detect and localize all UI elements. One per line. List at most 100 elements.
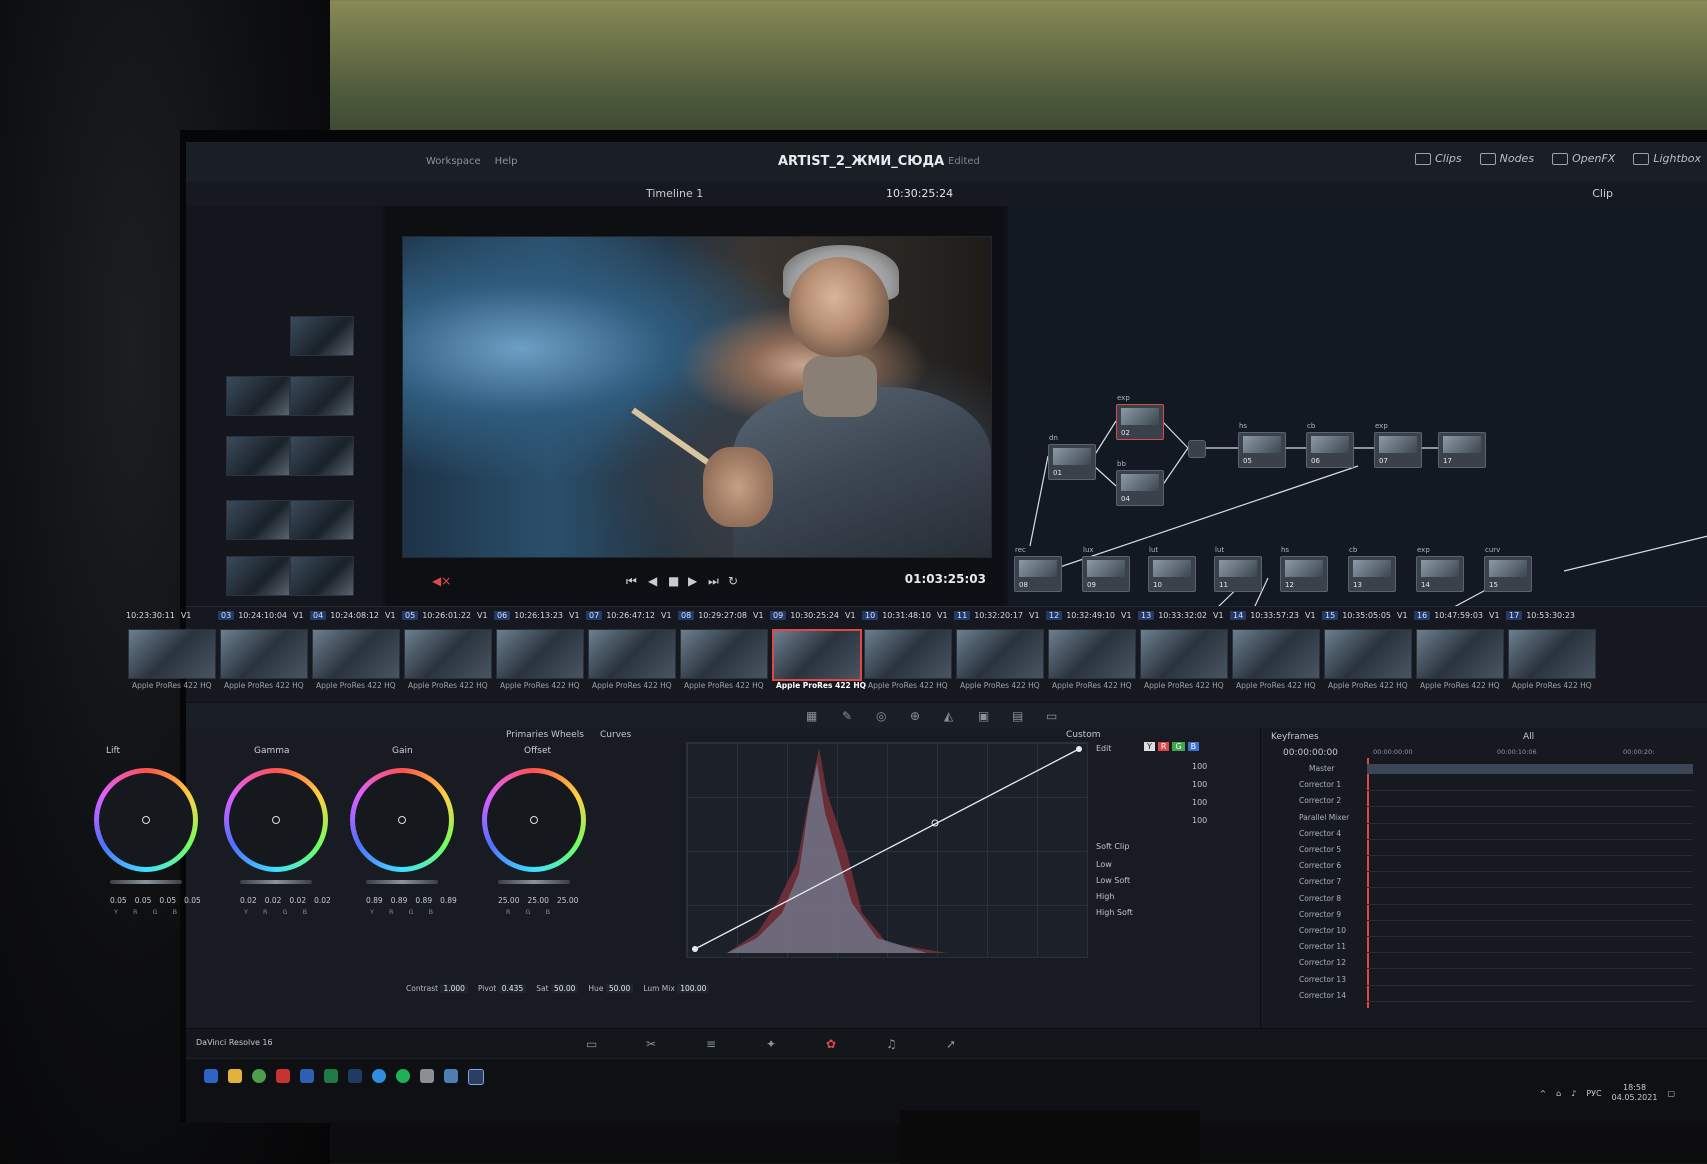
- keyframe-track[interactable]: [1367, 764, 1693, 774]
- node-13[interactable]: cb 13: [1348, 546, 1396, 592]
- cut-page-icon[interactable]: ✂: [646, 1037, 656, 1051]
- clip-thumbnail[interactable]: [588, 629, 676, 679]
- channel-b-button[interactable]: B: [1187, 742, 1200, 751]
- go-to-end-icon[interactable]: ⏭: [708, 574, 719, 589]
- keyframe-track[interactable]: [1367, 806, 1693, 808]
- go-to-start-icon[interactable]: ⏮: [626, 574, 637, 589]
- clip-thumbnail[interactable]: [956, 629, 1044, 679]
- play-icon[interactable]: ▶: [688, 574, 697, 588]
- keyframe-track[interactable]: [1367, 968, 1693, 970]
- keyframe-corrector-row[interactable]: Corrector 1: [1299, 780, 1341, 789]
- offset-master-slider[interactable]: [498, 880, 570, 884]
- excel-icon[interactable]: [324, 1069, 338, 1083]
- window-tool-icon[interactable]: ◎: [876, 709, 886, 723]
- stop-icon[interactable]: ■: [668, 574, 679, 588]
- keyframe-corrector-row[interactable]: Corrector 14: [1299, 991, 1346, 1000]
- channel-r-button[interactable]: R: [1157, 742, 1170, 751]
- wheels-mode-selector[interactable]: Primaries Wheels: [506, 730, 584, 740]
- node-02[interactable]: exp 02: [1116, 394, 1164, 440]
- node-15[interactable]: curv 15: [1484, 546, 1532, 592]
- network-icon[interactable]: ⌂: [1556, 1089, 1561, 1098]
- node-09[interactable]: lux 09: [1082, 546, 1130, 592]
- edit-g-value[interactable]: 100: [1192, 798, 1207, 807]
- contrast-value[interactable]: 1.000: [440, 984, 468, 993]
- gallery-still[interactable]: [290, 316, 354, 356]
- curves-tool-icon[interactable]: ▦: [806, 709, 817, 723]
- 3d-tool-icon[interactable]: ▭: [1046, 709, 1057, 723]
- notifications-icon[interactable]: ▢: [1667, 1089, 1675, 1098]
- menu-workspace[interactable]: Workspace: [426, 156, 481, 167]
- gamma-wheel[interactable]: [224, 768, 328, 872]
- play-reverse-icon[interactable]: ◀: [648, 574, 657, 588]
- channel-g-button[interactable]: G: [1172, 742, 1185, 751]
- fusion-page-icon[interactable]: ✦: [766, 1037, 776, 1051]
- openfx-toggle[interactable]: OpenFX: [1552, 152, 1615, 165]
- system-clock[interactable]: 18:58 04.05.2021: [1612, 1083, 1658, 1103]
- keyframe-track[interactable]: [1367, 1000, 1693, 1002]
- clip-thumbnail[interactable]: [1048, 629, 1136, 679]
- node-11[interactable]: lut 11: [1214, 546, 1262, 592]
- video-frame[interactable]: [402, 236, 992, 558]
- offset-wheel[interactable]: [482, 768, 586, 872]
- clip-thumbnail[interactable]: [680, 629, 768, 679]
- gallery-still[interactable]: [290, 500, 354, 540]
- edit-r-value[interactable]: 100: [1192, 780, 1207, 789]
- keyframe-track[interactable]: [1367, 887, 1693, 889]
- gallery-still[interactable]: [226, 500, 290, 540]
- edit-b-value[interactable]: 100: [1192, 816, 1207, 825]
- node-17[interactable]: 17: [1438, 432, 1486, 468]
- keyframe-corrector-row[interactable]: Corrector 12: [1299, 958, 1346, 967]
- keyframes-filter[interactable]: All: [1523, 732, 1534, 742]
- edge-icon[interactable]: [372, 1069, 386, 1083]
- keyframe-track[interactable]: [1367, 984, 1693, 986]
- mute-icon[interactable]: ◀×: [432, 574, 451, 588]
- clip-thumbnail[interactable]: [1140, 629, 1228, 679]
- gallery-still[interactable]: [290, 376, 354, 416]
- clip-thumbnail[interactable]: [312, 629, 400, 679]
- gallery-still[interactable]: [226, 556, 290, 596]
- node-10[interactable]: lut 10: [1148, 546, 1196, 592]
- gallery-still[interactable]: [226, 436, 290, 476]
- word-icon[interactable]: [300, 1069, 314, 1083]
- windows-start-icon[interactable]: [204, 1069, 218, 1083]
- davinci-resolve-icon[interactable]: [468, 1069, 484, 1085]
- nodes-toggle[interactable]: Nodes: [1479, 152, 1534, 165]
- volume-icon[interactable]: ♪: [1571, 1089, 1576, 1098]
- lightbox-toggle[interactable]: Lightbox: [1633, 152, 1701, 165]
- gallery-still[interactable]: [290, 436, 354, 476]
- language-indicator[interactable]: РУС: [1586, 1089, 1601, 1098]
- keyframe-corrector-row[interactable]: Parallel Mixer: [1299, 813, 1349, 822]
- menu-help[interactable]: Help: [495, 156, 518, 167]
- photoshop-icon[interactable]: [348, 1069, 362, 1083]
- clip-thumbnail[interactable]: [496, 629, 584, 679]
- keyframe-corrector-row[interactable]: Corrector 2: [1299, 796, 1341, 805]
- keyframe-corrector-row[interactable]: Corrector 8: [1299, 894, 1341, 903]
- lum-mix-value[interactable]: 100.00: [677, 984, 710, 993]
- sizing-tool-icon[interactable]: ▤: [1012, 709, 1023, 723]
- node-editor[interactable]: dn 01 exp 02 bb 04 hs 05 cb 06 exp 07 17 rec 08…: [1008, 206, 1707, 606]
- media-page-icon[interactable]: ▭: [586, 1037, 597, 1051]
- gallery-still[interactable]: [226, 376, 290, 416]
- edit-y-value[interactable]: 100: [1192, 762, 1207, 771]
- tracker-tool-icon[interactable]: ⊕: [910, 709, 920, 723]
- calculator-icon[interactable]: [420, 1069, 434, 1083]
- color-page-icon[interactable]: ✿: [826, 1037, 836, 1051]
- keyframe-track[interactable]: [1367, 790, 1693, 792]
- curves-graph[interactable]: [686, 742, 1088, 958]
- node-01[interactable]: dn 01: [1048, 434, 1096, 480]
- keyframe-track[interactable]: [1367, 952, 1693, 954]
- timeline-selector[interactable]: Timeline 1: [646, 187, 703, 200]
- keyframe-corrector-row[interactable]: Corrector 5: [1299, 845, 1341, 854]
- keyframe-track[interactable]: [1367, 855, 1693, 856]
- clips-toggle[interactable]: Clips: [1415, 152, 1462, 165]
- clip-thumbnail[interactable]: [128, 629, 216, 679]
- chrome-icon[interactable]: [252, 1069, 266, 1083]
- notes-icon[interactable]: [444, 1069, 458, 1083]
- keyframe-track[interactable]: [1367, 838, 1693, 840]
- node-08[interactable]: rec 08: [1014, 546, 1062, 592]
- clip-thumbnail[interactable]: [220, 629, 308, 679]
- fairlight-page-icon[interactable]: ♫: [886, 1037, 897, 1051]
- loop-icon[interactable]: ↻: [728, 574, 738, 588]
- acrobat-icon[interactable]: [276, 1069, 290, 1083]
- keyframe-track[interactable]: [1367, 822, 1693, 824]
